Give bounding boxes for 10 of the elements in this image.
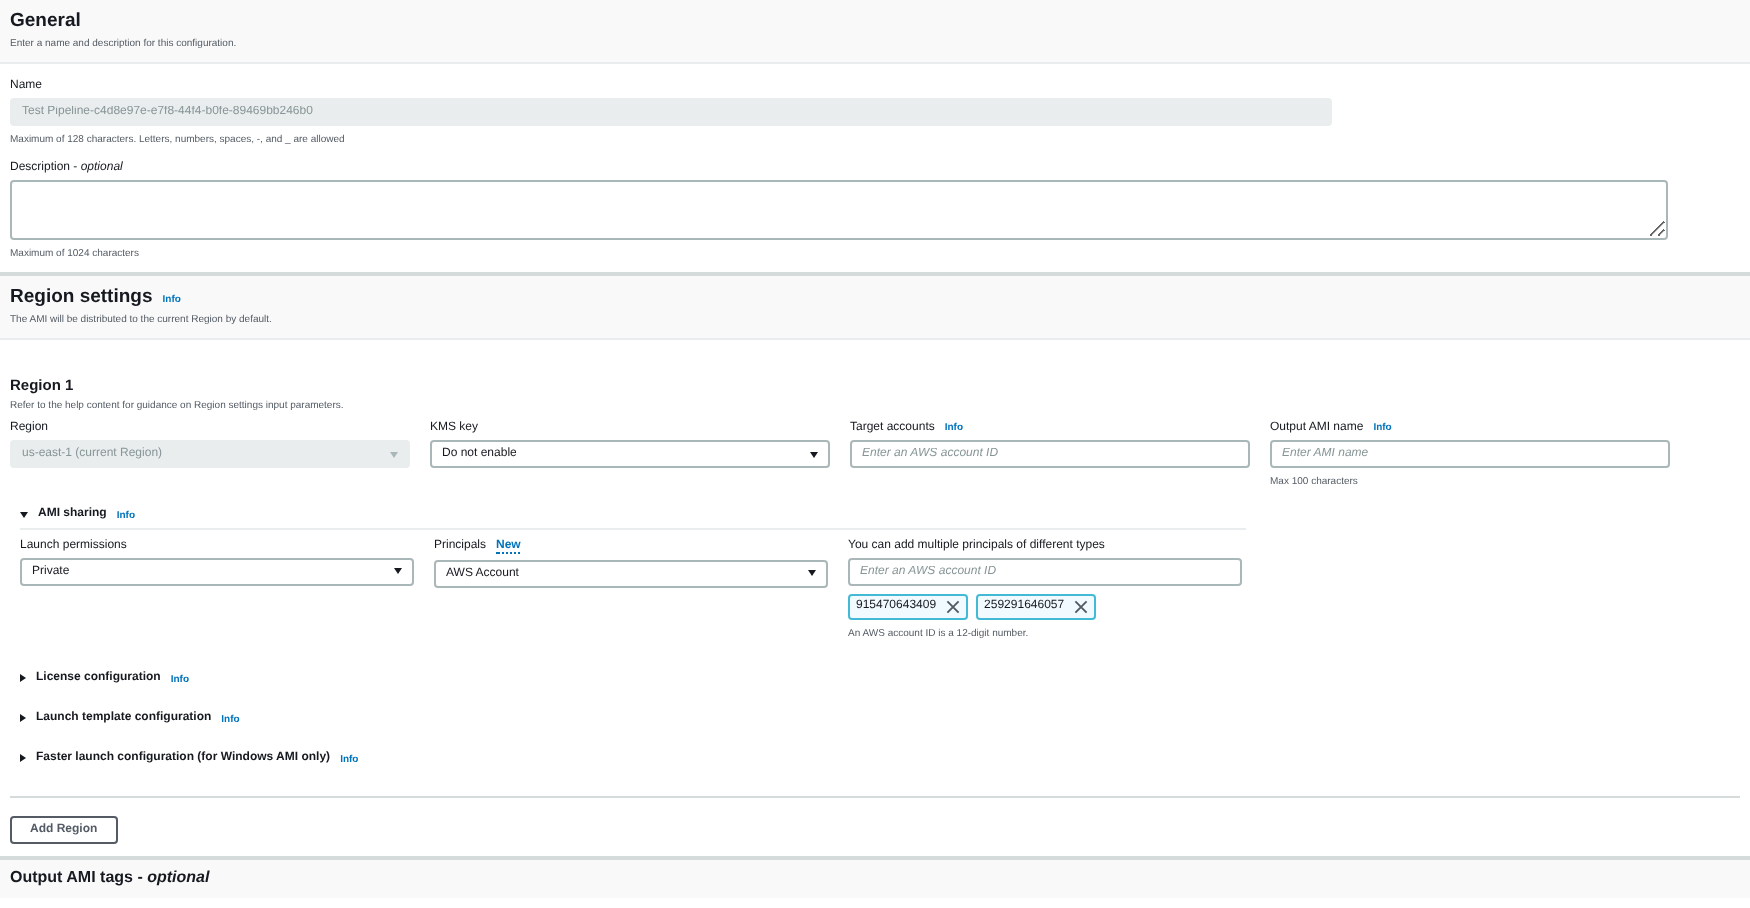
caret-icon [810, 451, 818, 457]
caret-icon [394, 568, 402, 574]
caret-icon [390, 451, 398, 457]
close-icon[interactable] [946, 599, 961, 613]
description-field[interactable] [10, 180, 1668, 240]
section-title: Region settings [10, 286, 153, 308]
section-title: General [10, 10, 81, 32]
caret-icon [808, 570, 816, 576]
section-title: Output AMI tags - optional [10, 867, 210, 885]
close-icon[interactable] [1074, 599, 1089, 613]
